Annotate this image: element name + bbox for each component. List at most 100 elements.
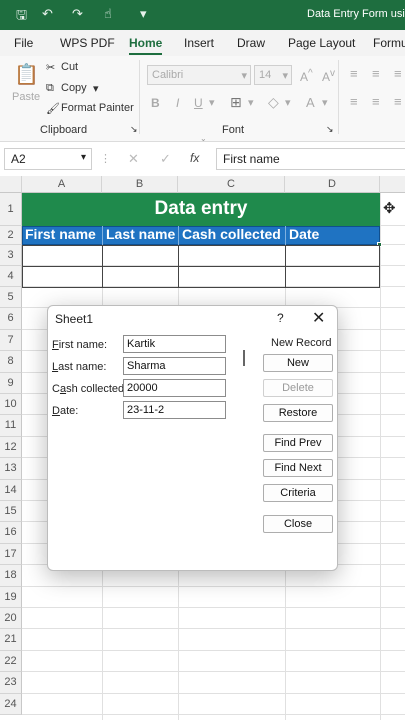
enter-icon[interactable]: ✓ bbox=[160, 151, 171, 167]
formula-bar-handle-icon[interactable]: ⋮ bbox=[100, 152, 111, 165]
tab-wps-pdf[interactable]: WPS PDF bbox=[60, 36, 115, 50]
row-header[interactable]: 22 bbox=[0, 650, 22, 673]
borders-icon[interactable]: ⊞ bbox=[230, 94, 242, 111]
font-launcher-icon[interactable]: ↘ bbox=[326, 124, 334, 135]
header-cell-first-name[interactable]: First name bbox=[22, 226, 102, 245]
first-name-field[interactable] bbox=[123, 335, 226, 353]
cancel-icon[interactable]: ✕ bbox=[128, 151, 139, 167]
row-header[interactable]: 11 bbox=[0, 415, 22, 437]
align-left-icon[interactable]: ≡ bbox=[350, 94, 358, 109]
name-box[interactable]: A2 ▾ bbox=[4, 148, 92, 170]
column-header-e[interactable] bbox=[380, 176, 405, 193]
save-icon[interactable]: 🖫 bbox=[16, 6, 27, 28]
row-header[interactable]: 6 bbox=[0, 308, 22, 330]
underline-dropdown-icon[interactable]: ▾ bbox=[209, 96, 215, 109]
decrease-font-icon[interactable]: Av bbox=[322, 68, 335, 84]
row-header[interactable]: 13 bbox=[0, 458, 22, 480]
row-header[interactable]: 18 bbox=[0, 565, 22, 587]
align-top-icon[interactable]: ≡ bbox=[350, 66, 358, 81]
row-header[interactable]: 20 bbox=[0, 608, 22, 630]
row-header[interactable]: 2 bbox=[0, 226, 22, 245]
column-header-c[interactable]: C bbox=[178, 176, 285, 193]
record-scrollbar[interactable] bbox=[243, 350, 245, 366]
cut-icon[interactable]: ✂ bbox=[46, 61, 55, 74]
bold-icon[interactable]: B bbox=[151, 96, 160, 110]
tab-insert[interactable]: Insert bbox=[184, 36, 214, 50]
row-header[interactable]: 8 bbox=[0, 351, 22, 373]
paste-button[interactable]: Paste bbox=[12, 91, 40, 103]
underline-icon[interactable]: U bbox=[194, 96, 203, 110]
date-field[interactable] bbox=[123, 401, 226, 419]
align-middle-icon[interactable]: ≡ bbox=[372, 66, 380, 81]
touch-mode-icon[interactable]: ☝ bbox=[104, 6, 112, 22]
row-header[interactable]: 24 bbox=[0, 693, 22, 715]
font-color-icon[interactable]: A bbox=[306, 95, 315, 110]
column-header-b[interactable]: B bbox=[102, 176, 178, 193]
insert-function-icon[interactable]: fx bbox=[190, 151, 199, 165]
paste-icon[interactable]: 📋 bbox=[14, 62, 39, 87]
row-header[interactable]: 23 bbox=[0, 672, 22, 694]
table-border bbox=[22, 245, 23, 287]
format-painter-icon[interactable]: 🖌 bbox=[46, 102, 60, 115]
row-header[interactable]: 15 bbox=[0, 501, 22, 523]
restore-button[interactable]: Restore bbox=[263, 404, 333, 422]
fill-color-dropdown-icon[interactable]: ▾ bbox=[285, 96, 291, 109]
row-header[interactable]: 5 bbox=[0, 287, 22, 309]
tab-page-layout[interactable]: Page Layout bbox=[288, 36, 355, 50]
row-header[interactable]: 12 bbox=[0, 436, 22, 459]
cash-collected-field[interactable] bbox=[123, 379, 226, 397]
row-header[interactable]: 4 bbox=[0, 266, 22, 287]
font-size-box[interactable]: 14 ▾ bbox=[254, 65, 292, 85]
copy-icon[interactable]: ⧉ bbox=[46, 82, 54, 95]
format-painter-button[interactable]: Format Painter bbox=[61, 102, 134, 114]
delete-button[interactable]: Delete bbox=[263, 379, 333, 397]
italic-icon[interactable]: I bbox=[176, 96, 179, 110]
close-icon[interactable]: ✕ bbox=[312, 308, 325, 328]
header-cell-last-name[interactable]: Last name bbox=[102, 226, 178, 245]
select-all-corner[interactable] bbox=[0, 176, 22, 193]
help-icon[interactable]: ? bbox=[277, 311, 284, 325]
last-name-field[interactable] bbox=[123, 357, 226, 375]
copy-dropdown-icon[interactable]: ▾ bbox=[93, 82, 99, 95]
row-header[interactable]: 19 bbox=[0, 586, 22, 608]
row-header[interactable]: 1 bbox=[0, 193, 22, 226]
column-header-a[interactable]: A bbox=[22, 176, 102, 193]
copy-button[interactable]: Copy bbox=[61, 82, 87, 94]
undo-icon[interactable]: ↶ bbox=[42, 6, 53, 22]
cut-button[interactable]: Cut bbox=[61, 61, 78, 73]
tab-draw[interactable]: Draw bbox=[237, 36, 265, 50]
table-border bbox=[285, 245, 286, 287]
criteria-button[interactable]: Criteria bbox=[263, 484, 333, 502]
tab-home[interactable]: Home bbox=[129, 36, 163, 55]
align-right-icon[interactable]: ≡ bbox=[394, 94, 402, 109]
align-bottom-icon[interactable]: ≡ bbox=[394, 66, 402, 81]
row-header[interactable]: 9 bbox=[0, 372, 22, 394]
sheet-title-cell[interactable]: Data entry bbox=[22, 193, 380, 226]
row-header[interactable]: 14 bbox=[0, 479, 22, 501]
customize-icon[interactable]: ▾ bbox=[140, 6, 147, 22]
row-header[interactable]: 21 bbox=[0, 629, 22, 651]
header-cell-cash-collected[interactable]: Cash collected bbox=[178, 226, 285, 245]
find-prev-button[interactable]: Find Prev bbox=[263, 434, 333, 452]
font-name-box[interactable]: Calibri ▾ bbox=[147, 65, 251, 85]
tab-file[interactable]: File bbox=[14, 36, 33, 50]
close-button[interactable]: Close bbox=[263, 515, 333, 533]
tab-formulas[interactable]: Formu bbox=[373, 36, 405, 50]
fill-color-icon[interactable]: ◇ bbox=[268, 94, 279, 111]
borders-dropdown-icon[interactable]: ▾ bbox=[248, 96, 254, 109]
header-cell-date[interactable]: Date bbox=[285, 226, 380, 245]
row-header[interactable]: 17 bbox=[0, 543, 22, 566]
row-header[interactable]: 3 bbox=[0, 245, 22, 266]
formula-input[interactable]: First name bbox=[216, 148, 405, 170]
row-header[interactable]: 7 bbox=[0, 329, 22, 352]
find-next-button[interactable]: Find Next bbox=[263, 459, 333, 477]
row-header[interactable]: 16 bbox=[0, 522, 22, 544]
increase-font-icon[interactable]: A^ bbox=[300, 68, 313, 84]
column-header-d[interactable]: D bbox=[285, 176, 380, 193]
clipboard-launcher-icon[interactable]: ↘ bbox=[130, 124, 138, 135]
row-header[interactable]: 10 bbox=[0, 394, 22, 416]
font-color-dropdown-icon[interactable]: ▾ bbox=[322, 96, 328, 109]
align-center-icon[interactable]: ≡ bbox=[372, 94, 380, 109]
redo-icon[interactable]: ↷ bbox=[72, 6, 83, 22]
new-button[interactable]: New bbox=[263, 354, 333, 372]
